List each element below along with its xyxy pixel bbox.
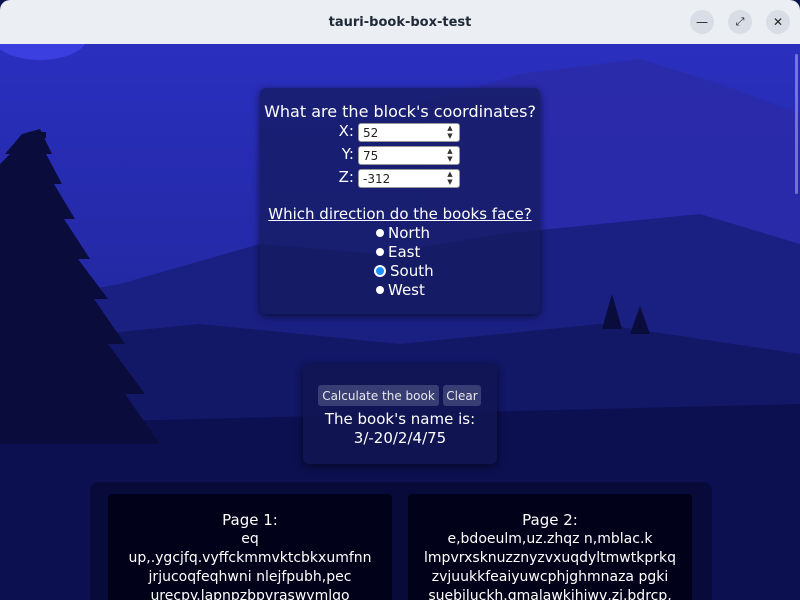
y-spinner-icon[interactable]: ▲ ▼ <box>444 147 456 164</box>
direction-question: Which direction do the books face? <box>268 205 532 223</box>
page-1-line: jrjucoqfeqhwni nlejfpubh,pec <box>148 569 352 585</box>
radio-west-label: West <box>388 280 425 299</box>
z-label: Z: <box>338 168 354 186</box>
z-spinner-icon[interactable]: ▲ ▼ <box>444 170 456 187</box>
radio-east-dot[interactable] <box>376 247 384 256</box>
page-2-line: suebjluckh.gmalawkjhjwv,zj.bdrcp, <box>428 588 672 600</box>
maximize-icon: ⤢ <box>735 15 745 28</box>
app-content: What are the block's coordinates? X: 52 … <box>0 44 800 600</box>
close-button[interactable]: ✕ <box>766 10 790 34</box>
y-row: Y: 75 ▲ ▼ <box>260 145 540 166</box>
window-title: tauri-book-box-test <box>328 14 472 30</box>
radio-west[interactable]: West <box>374 280 425 299</box>
minimize-icon: — <box>696 15 708 29</box>
z-input[interactable]: -312 ▲ ▼ <box>358 169 460 188</box>
z-value: -312 <box>363 172 391 186</box>
minimize-button[interactable]: — <box>690 10 714 34</box>
x-spinner-icon[interactable]: ▲ ▼ <box>444 124 456 141</box>
page-1-line: up,.ygcjfq.vyffckmmvktcbkxumfnn <box>128 550 372 566</box>
title-bar: tauri-book-box-test — ⤢ ✕ <box>0 0 800 44</box>
close-icon: ✕ <box>772 15 784 29</box>
coordinates-panel: What are the block's coordinates? X: 52 … <box>260 88 540 314</box>
y-value: 75 <box>363 149 379 163</box>
page-1-line: eq <box>241 531 259 547</box>
page-1-card: Page 1: eq up,.ygcjfq.vyffckmmvktcbkxumf… <box>108 494 392 600</box>
result-label: The book's name is: <box>324 410 476 428</box>
radio-south[interactable]: South <box>374 261 434 280</box>
app-window: tauri-book-box-test — ⤢ ✕ What are the b… <box>0 0 800 600</box>
y-label: Y: <box>341 145 354 163</box>
radio-south-label: South <box>390 261 434 280</box>
page-2-line: e,bdoeulm,uz.zhqz n,mblac.k <box>447 531 653 547</box>
radio-south-dot-selected[interactable] <box>374 264 386 277</box>
calculate-button[interactable]: Calculate the book <box>318 385 439 406</box>
scrollbar[interactable] <box>795 54 798 194</box>
radio-east[interactable]: East <box>374 242 420 261</box>
x-row: X: 52 ▲ ▼ <box>260 122 540 143</box>
page-2-card: Page 2: e,bdoeulm,uz.zhqz n,mblac.k lmpv… <box>408 494 692 600</box>
page-2-line: lmpvrxsknuzznyzvxuqdyltmwtkprkq <box>424 550 676 566</box>
radio-east-label: East <box>388 242 421 261</box>
radio-north-label: North <box>388 223 430 242</box>
coordinates-question: What are the block's coordinates? <box>264 102 536 121</box>
calculate-panel: Calculate the book Clear The book's name… <box>303 364 497 464</box>
result-value: 3/-20/2/4/75 <box>353 429 447 447</box>
radio-north-dot[interactable] <box>376 228 384 237</box>
y-input[interactable]: 75 ▲ ▼ <box>358 146 460 165</box>
page-2-heading: Page 2: <box>522 511 578 529</box>
clear-button[interactable]: Clear <box>443 385 481 406</box>
x-label: X: <box>338 122 354 140</box>
page-2-line: zvjuukkfeaiyuwcphjghmnaza pgki <box>431 569 669 585</box>
pages-container: Page 1: eq up,.ygcjfq.vyffckmmvktcbkxumf… <box>90 482 712 600</box>
z-row: Z: -312 ▲ ▼ <box>260 168 540 189</box>
x-input[interactable]: 52 ▲ ▼ <box>358 123 460 142</box>
x-value: 52 <box>363 126 379 140</box>
maximize-button[interactable]: ⤢ <box>728 10 752 34</box>
page-1-heading: Page 1: <box>222 511 278 529</box>
radio-north[interactable]: North <box>374 223 430 242</box>
page-1-line: urecpy.lapnpzbpvraswymlqo <box>150 588 350 600</box>
radio-west-dot[interactable] <box>376 285 384 294</box>
